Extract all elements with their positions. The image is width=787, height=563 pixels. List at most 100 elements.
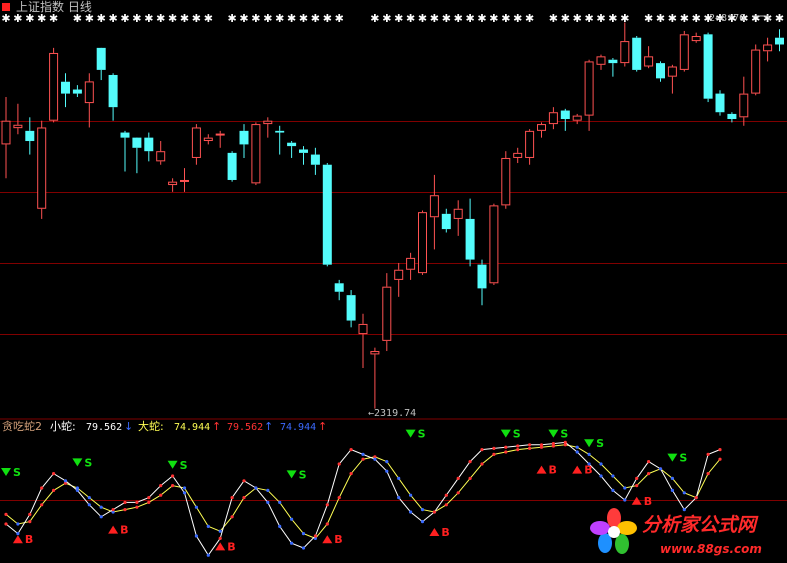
candle-body-up [667, 66, 677, 77]
small-snake-dot [539, 443, 544, 447]
signal-marker-icon: ✱ [299, 12, 308, 25]
candle-body-down [120, 132, 130, 138]
big-snake-dot [516, 448, 520, 452]
signal-marker-icon: ✱ [335, 12, 344, 25]
extra-arrow-1: ↑ [264, 420, 273, 433]
sell-signal-label: S [513, 428, 521, 441]
sell-signal-label: S [596, 437, 604, 450]
signal-marker-icon: ✱ [13, 12, 22, 25]
big-snake-dot [242, 496, 246, 500]
candle-body-up [501, 157, 511, 206]
big-snake-dot [87, 496, 91, 500]
small-snake-dot [658, 467, 663, 471]
big-snake-dot [682, 491, 686, 495]
big-snake-dot [385, 460, 389, 464]
small-snake-dot [647, 460, 651, 464]
small-snake-dot [206, 553, 210, 557]
small-snake-dot [706, 452, 710, 456]
big-snake-dot [99, 505, 103, 509]
big-snake-dot [504, 450, 508, 454]
small-snake-label: 小蛇: [50, 419, 76, 433]
candle-body-up [644, 56, 654, 67]
extra-value-1: 79.562 [227, 422, 263, 433]
big-snake-dot [28, 520, 32, 524]
big-snake-dot [409, 493, 413, 497]
big-snake-dot [361, 457, 365, 461]
candle-body-up [49, 52, 59, 121]
big-snake-dot [444, 503, 448, 507]
signal-marker-icon: ✱ [239, 12, 248, 25]
small-snake-value: 79.562 [86, 422, 122, 433]
candle-body-up [679, 34, 689, 70]
sell-signal-label: S [418, 428, 426, 441]
signal-marker-icon: ✱ [454, 12, 463, 25]
big-snake-dot [349, 472, 353, 476]
signal-marker-icon: ✱ [382, 12, 391, 25]
candle-body-up [191, 127, 201, 158]
big-snake-dot [706, 472, 710, 476]
big-snake-dot [468, 476, 472, 480]
small-snake-dot [492, 446, 496, 450]
indicator-name: 贪吃蛇2 [2, 419, 42, 433]
candle-body-down [775, 37, 784, 45]
candle-body-up [513, 152, 523, 158]
candle-body-down [227, 152, 237, 180]
candle-body-up [215, 133, 225, 136]
candle-body-up [525, 130, 535, 158]
signal-marker-icon: ✱ [156, 12, 165, 25]
big-snake-dot [647, 472, 651, 476]
candle-body-down [72, 89, 82, 94]
signal-marker-icon: ✱ [144, 12, 153, 25]
signal-marker-icon: ✱ [489, 12, 498, 25]
candle-body-down [608, 59, 618, 64]
signal-marker-icon: ✱ [108, 12, 117, 25]
big-snake-dot [206, 524, 210, 529]
small-snake-dot [99, 515, 103, 519]
extra-value-2: 74.944 [280, 422, 316, 433]
small-snake-dot [4, 522, 8, 526]
signal-marker-icon: ✱ [775, 12, 784, 25]
big-snake-dot [456, 491, 460, 495]
signal-marker-icon: ✱ [287, 12, 296, 25]
small-snake-dot [432, 510, 436, 514]
signal-marker-icon: ✱ [192, 12, 201, 25]
small-snake-dot [218, 536, 222, 541]
small-snake-dot [682, 508, 686, 512]
small-snake-dot [325, 503, 329, 507]
small-snake-dot [16, 532, 20, 536]
small-snake-dot [694, 496, 698, 500]
candle-body-up [382, 286, 392, 341]
small-snake-dot [182, 491, 187, 495]
candle-body-up [739, 93, 749, 118]
big-snake-dot [599, 462, 603, 466]
signal-marker-icon: ✱ [227, 12, 236, 25]
small-snake-dot [563, 440, 567, 444]
candle-body-up [537, 124, 546, 131]
buy-signal-label: B [584, 464, 592, 477]
small-snake-dot [551, 442, 556, 446]
candle-body-down [96, 47, 106, 70]
big-snake-dot [278, 500, 282, 504]
candle-body-down [239, 130, 249, 145]
signal-marker-icon: ✱ [1, 12, 10, 25]
candle-body-up [263, 120, 273, 125]
high-price-label: 2←8*76 [709, 13, 745, 24]
big-snake-dot [123, 508, 127, 512]
sell-signal-label: S [560, 428, 568, 441]
small-snake-dot [349, 448, 353, 452]
sell-signal-label: S [679, 452, 687, 465]
small-snake-dot [230, 496, 234, 500]
sell-signal-label: S [180, 459, 188, 472]
window-close-icon[interactable] [2, 3, 10, 11]
signal-marker-icon: ✱ [73, 12, 82, 25]
big-snake-value: 74.944 [174, 422, 210, 433]
big-snake-dot [718, 457, 722, 461]
candle-body-down [132, 137, 142, 148]
small-snake-dot [266, 500, 270, 504]
signal-marker-icon: ✱ [275, 12, 284, 25]
chart-background [0, 0, 787, 563]
watermark-name: 分析家公式网 [642, 514, 759, 536]
candle-body-up [691, 36, 701, 42]
big-snake-dot [575, 445, 579, 449]
big-snake-dot [528, 446, 532, 450]
